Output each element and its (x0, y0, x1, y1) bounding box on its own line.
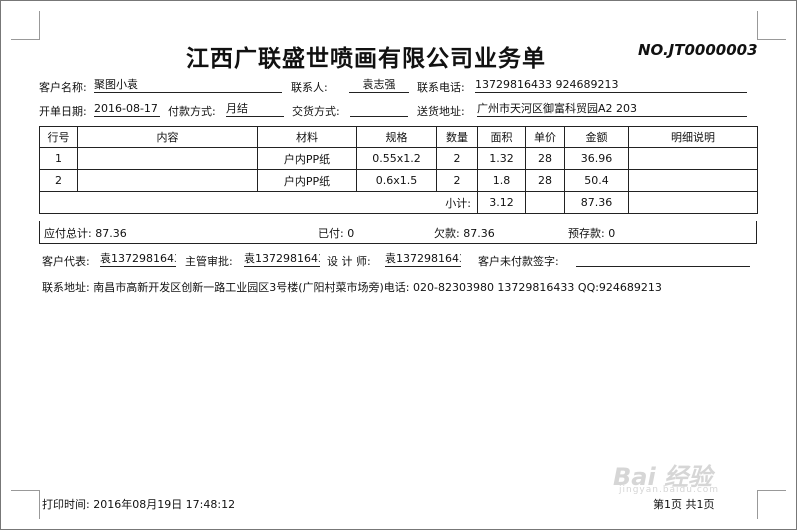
designer-label: 设 计 师: (327, 255, 371, 268)
total-prepaid: 预存款: 0 (568, 227, 616, 240)
cell-unit-price: 28 (525, 147, 565, 170)
customer-sign-line (576, 251, 750, 267)
header-content: 内容 (77, 126, 258, 148)
cell-content (77, 169, 258, 192)
phone-value: 13729816433 924689213 (475, 77, 747, 93)
total-payable: 应付总计: 87.36 (44, 227, 127, 240)
header-material: 材料 (257, 126, 357, 148)
document-number: NO.JT0000003 (638, 41, 758, 59)
cell-amount: 36.96 (564, 147, 629, 170)
header-spec: 规格 (356, 126, 437, 148)
contact-label: 联系人: (291, 81, 328, 94)
cell-spec: 0.55x1.2 (356, 147, 437, 170)
cell-area: 1.32 (477, 147, 526, 170)
header-area: 面积 (477, 126, 526, 148)
cell-material: 户内PP纸 (257, 169, 357, 192)
total-owed: 欠款: 87.36 (434, 227, 495, 240)
delivery-value (350, 101, 408, 117)
document-title: 江西广联盛世喷画有限公司业务单 (186, 46, 546, 72)
cell-unit-price: 28 (525, 169, 565, 192)
delivery-label: 交货方式: (292, 105, 340, 118)
date-value: 2016-08-17 (94, 101, 160, 117)
contact-address-line: 联系地址: 南昌市高新开发区创新一路工业园区3号楼(广阳村菜市场旁)电话: 02… (42, 281, 662, 294)
payment-value: 月结 (226, 101, 284, 117)
manager-label: 主管审批: (185, 255, 233, 268)
rep-value: 袁13729816433 (100, 252, 176, 267)
payment-label: 付款方式: (168, 105, 216, 118)
cell-row-no: 2 (39, 169, 78, 192)
subtotal-row: 小计: 3.12 87.36 (39, 191, 758, 214)
phone-label: 联系电话: (417, 81, 465, 94)
subtotal-area: 3.12 (477, 191, 526, 214)
items-table: 行号 内容 材料 规格 数量 面积 单价 金额 明细说明 1 户内PP纸 0.5… (39, 126, 758, 214)
total-paid: 已付: 0 (318, 227, 355, 240)
cell-amount: 50.4 (564, 169, 629, 192)
cell-quantity: 2 (436, 147, 478, 170)
table-row: 2 户内PP纸 0.6x1.5 2 1.8 28 50.4 (39, 169, 758, 192)
customer-label: 客户名称: (39, 81, 87, 94)
rep-label: 客户代表: (42, 255, 90, 268)
crop-mark-bottom-left (11, 490, 40, 519)
table-header-row: 行号 内容 材料 规格 数量 面积 单价 金额 明细说明 (39, 126, 758, 148)
subtotal-unit-price-empty (525, 191, 565, 214)
cell-quantity: 2 (436, 169, 478, 192)
header-amount: 金额 (564, 126, 629, 148)
date-label: 开单日期: (39, 105, 87, 118)
subtotal-label: 小计: (39, 191, 478, 214)
subtotal-amount: 87.36 (564, 191, 629, 214)
cell-details (628, 169, 758, 192)
crop-mark-top-left (11, 11, 40, 40)
header-row-no: 行号 (39, 126, 78, 148)
header-details: 明细说明 (628, 126, 758, 148)
totals-row: 应付总计: 87.36 已付: 0 欠款: 87.36 预存款: 0 (39, 221, 757, 244)
watermark-url: jingyan.baidu.com (619, 485, 720, 495)
customer-sign-label: 客户未付款签字: (478, 255, 559, 268)
address-label: 送货地址: (417, 105, 465, 118)
page-info: 第1页 共1页 (653, 498, 715, 511)
cell-spec: 0.6x1.5 (356, 169, 437, 192)
header-unit-price: 单价 (525, 126, 565, 148)
cell-content (77, 147, 258, 170)
crop-mark-bottom-right (757, 490, 786, 519)
manager-value: 袁13729816433 (244, 252, 320, 267)
crop-mark-top-right (757, 11, 786, 40)
cell-row-no: 1 (39, 147, 78, 170)
print-preview-page: 江西广联盛世喷画有限公司业务单 NO.JT0000003 客户名称: 聚图小袁 … (0, 0, 797, 530)
print-time: 打印时间: 2016年08月19日 17:48:12 (42, 498, 236, 511)
cell-area: 1.8 (477, 169, 526, 192)
customer-value: 聚图小袁 (94, 77, 282, 93)
cell-details (628, 147, 758, 170)
contact-value: 袁志强 (349, 77, 409, 93)
cell-material: 户内PP纸 (257, 147, 357, 170)
table-row: 1 户内PP纸 0.55x1.2 2 1.32 28 36.96 (39, 147, 758, 170)
address-value: 广州市天河区御富科贸园A2 203 (477, 101, 747, 117)
subtotal-details-empty (628, 191, 758, 214)
header-quantity: 数量 (436, 126, 478, 148)
designer-value: 袁13729816433 (385, 252, 461, 267)
